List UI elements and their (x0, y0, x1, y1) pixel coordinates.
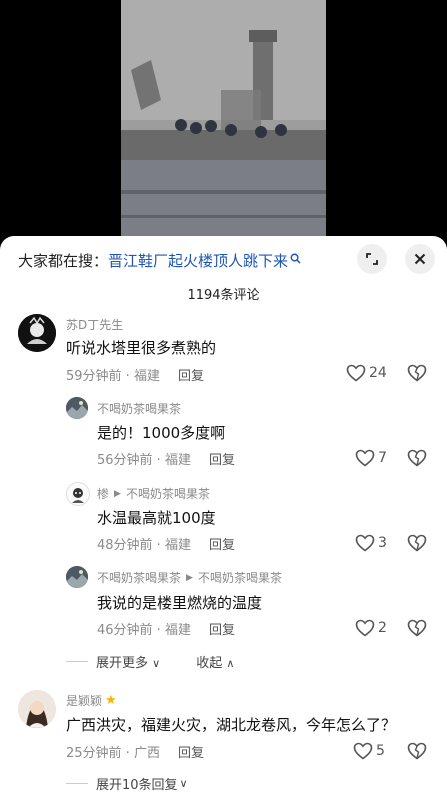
comment-author[interactable]: 是颖颖 (66, 692, 102, 709)
reply-text: 水温最高就100度 (97, 509, 216, 527)
comment-time: 25分钟前 · 广西 (66, 746, 160, 761)
reply-meta: 46分钟前 · 福建 回复 (97, 619, 235, 638)
comment-text: 广西洪灾，福建火灾，湖北龙卷风，今年怎么了？ (66, 716, 397, 734)
star-icon: ★ (105, 693, 117, 708)
reply-meta: 56分钟前 · 福建 回复 (97, 449, 235, 468)
like-button[interactable]: 2 (355, 619, 387, 637)
dislike-heart-icon (407, 364, 427, 382)
heart-icon (355, 534, 375, 552)
comments-panel: 大家都在搜： 晋江鞋厂起火楼顶人跳下来 1194条评论 苏D丁先生 听说水塔里很… (0, 236, 447, 800)
thread-controls: 展开更多 ∨ 收起 ∧ (66, 652, 234, 671)
expand-more-button[interactable]: 展开更多 ∨ (96, 652, 160, 671)
comment-text: 听说水塔里很多煮熟的 (66, 339, 217, 357)
chevron-down-icon: ∨ (179, 777, 188, 790)
chevron-down-icon: ∨ (152, 657, 161, 670)
avatar[interactable] (18, 314, 56, 352)
expand-replies-label: 展开10条回复 (96, 778, 178, 793)
heart-icon (346, 364, 366, 382)
like-button[interactable]: 7 (355, 449, 387, 467)
reply-arrow-icon: ▶ (114, 488, 121, 499)
comment-time: 59分钟前 · 福建 (66, 369, 160, 384)
reply-button[interactable]: 回复 (209, 619, 235, 638)
comment-username: 是颖颖 ★ (66, 692, 117, 709)
dislike-button[interactable] (407, 534, 427, 556)
collapse-label: 收起 (196, 656, 223, 671)
reply-button[interactable]: 回复 (178, 365, 204, 384)
reply-text: 我说的是楼里燃烧的温度 (97, 594, 263, 612)
comment-meta: 59分钟前 · 福建 回复 (66, 365, 204, 384)
minimize-button[interactable] (357, 244, 387, 274)
reply-username: 不喝奶茶喝果茶 ▶ 不喝奶茶喝果茶 (97, 569, 282, 586)
heart-icon (353, 742, 373, 760)
reply-username[interactable]: 不喝奶茶喝果茶 (97, 400, 181, 417)
dislike-heart-icon (407, 449, 427, 467)
thread-divider (66, 661, 88, 662)
expand-more-label: 展开更多 (96, 656, 149, 671)
dislike-button[interactable] (407, 619, 427, 641)
search-keyword[interactable]: 晋江鞋厂起火楼顶人跳下来 (108, 250, 288, 271)
expand-replies-button[interactable]: 展开10条回复 ∨ (66, 774, 188, 793)
close-icon (414, 253, 426, 265)
like-count: 3 (378, 535, 387, 551)
reply-target[interactable]: 不喝奶茶喝果茶 (198, 569, 282, 586)
reply-meta: 48分钟前 · 福建 回复 (97, 534, 235, 553)
video-scene (121, 0, 326, 236)
reply-time: 56分钟前 · 福建 (97, 453, 191, 468)
like-count: 24 (369, 365, 387, 381)
thread-divider (66, 783, 88, 784)
close-button[interactable] (405, 244, 435, 274)
dislike-button[interactable] (407, 742, 427, 764)
search-prefix: 大家都在搜： (18, 251, 109, 270)
avatar[interactable] (66, 482, 90, 506)
comment-meta: 25分钟前 · 广西 回复 (66, 742, 204, 761)
reply-author[interactable]: 不喝奶茶喝果茶 (97, 569, 181, 586)
reply-username: 椮 ▶ 不喝奶茶喝果茶 (97, 485, 210, 502)
chevron-up-icon: ∧ (226, 657, 235, 670)
like-button[interactable]: 24 (346, 364, 387, 382)
like-count: 5 (376, 743, 385, 759)
avatar[interactable] (66, 397, 88, 419)
heart-icon (355, 619, 375, 637)
reply-time: 46分钟前 · 福建 (97, 623, 191, 638)
reply-button[interactable]: 回复 (178, 742, 204, 761)
search-icon[interactable] (290, 253, 301, 267)
reply-text: 是的！1000多度啊 (97, 424, 226, 442)
search-suggestion[interactable]: 大家都在搜： 晋江鞋厂起火楼顶人跳下来 (18, 248, 301, 272)
reply-time: 48分钟前 · 福建 (97, 538, 191, 553)
minimize-icon (366, 253, 378, 265)
like-count: 7 (378, 450, 387, 466)
reply-target[interactable]: 不喝奶茶喝果茶 (126, 485, 210, 502)
like-button[interactable]: 5 (353, 742, 385, 760)
dislike-button[interactable] (407, 364, 427, 386)
like-count: 2 (378, 620, 387, 636)
comment-username[interactable]: 苏D丁先生 (66, 316, 123, 333)
like-button[interactable]: 3 (355, 534, 387, 552)
heart-icon (355, 449, 375, 467)
video-frame (121, 0, 326, 236)
reply-button[interactable]: 回复 (209, 534, 235, 553)
dislike-button[interactable] (407, 449, 427, 471)
reply-arrow-icon: ▶ (186, 572, 193, 583)
avatar[interactable] (18, 690, 56, 728)
dislike-heart-icon (407, 742, 427, 760)
dislike-heart-icon (407, 534, 427, 552)
collapse-button[interactable]: 收起 ∧ (196, 652, 234, 671)
dislike-heart-icon (407, 619, 427, 637)
video-area[interactable] (0, 0, 447, 236)
reply-button[interactable]: 回复 (209, 449, 235, 468)
comment-count: 1194条评论 (187, 288, 260, 303)
avatar[interactable] (66, 566, 88, 588)
reply-author[interactable]: 椮 (97, 485, 109, 502)
